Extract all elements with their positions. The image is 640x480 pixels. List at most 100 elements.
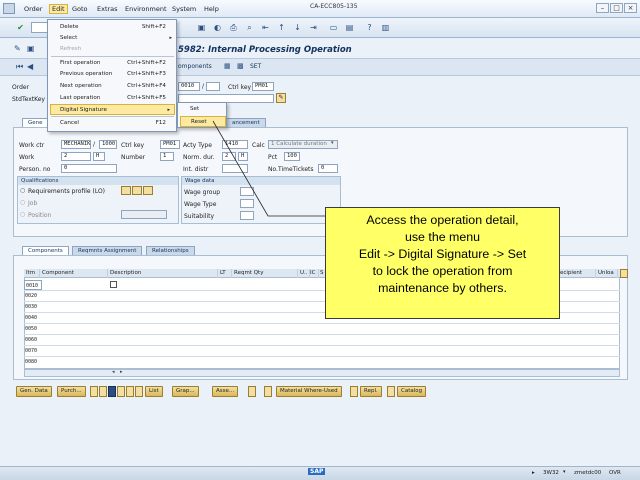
position-field[interactable]: [121, 210, 167, 219]
description-f4-icon[interactable]: [110, 281, 117, 288]
customize-icon[interactable]: ▥: [380, 22, 391, 33]
table-row[interactable]: 0020: [24, 291, 42, 301]
purch-button[interactable]: Purch...: [57, 386, 86, 397]
ctrl-key-field-2[interactable]: PM01: [160, 140, 180, 149]
menu-system[interactable]: System: [172, 5, 196, 13]
table-settings-icon[interactable]: [620, 269, 628, 278]
btn-icon-9[interactable]: [350, 386, 358, 397]
profile-edit-icon[interactable]: [121, 186, 131, 195]
material-where-used-button[interactable]: Material Where-Used: [276, 386, 342, 397]
int-distr-field[interactable]: [222, 164, 248, 173]
submenu-item-set[interactable]: Set: [180, 104, 226, 115]
norm-dur-unit-field[interactable]: H: [238, 152, 248, 161]
btn-icon-8[interactable]: [264, 386, 272, 397]
next-page-icon[interactable]: ↓: [292, 22, 303, 33]
last-page-icon[interactable]: ⇥: [308, 22, 319, 33]
prev-page-icon[interactable]: ↑: [276, 22, 287, 33]
table-row[interactable]: 0080: [24, 357, 42, 367]
first-operation-icon[interactable]: ⏮: [16, 62, 23, 72]
gen-data-button[interactable]: Gen. Data: [16, 386, 52, 397]
list-button[interactable]: List: [145, 386, 163, 397]
table-row[interactable]: 0070: [24, 346, 42, 356]
btn-icon-2[interactable]: [99, 386, 107, 397]
work-ctr-field[interactable]: MECHANIK: [61, 140, 91, 149]
table-row[interactable]: 0030: [24, 302, 42, 312]
back-icon[interactable]: ◐: [212, 22, 223, 33]
work-unit-field[interactable]: H: [93, 152, 105, 161]
suitability-field[interactable]: [240, 211, 254, 220]
work-field[interactable]: 2: [61, 152, 91, 161]
minimize-icon[interactable]: –: [596, 3, 609, 13]
btn-icon-4[interactable]: [117, 386, 125, 397]
requirements-profile-radio[interactable]: ○: [20, 187, 25, 194]
set-button[interactable]: SET: [250, 63, 261, 70]
menu-item-select[interactable]: Select ▸: [60, 33, 176, 44]
calc-dropdown-chevron-icon[interactable]: ▾: [331, 140, 334, 146]
wage-group-field[interactable]: [240, 187, 254, 196]
table-row[interactable]: 0050: [24, 324, 42, 334]
assembly-button[interactable]: Asse...: [212, 386, 239, 397]
profile-display-icon[interactable]: [132, 186, 142, 195]
btn-icon-7[interactable]: [248, 386, 256, 397]
menu-goto[interactable]: Goto: [72, 5, 88, 13]
save-icon[interactable]: ▣: [196, 22, 207, 33]
wage-type-field[interactable]: [240, 199, 254, 208]
menu-edit[interactable]: Edit: [49, 4, 68, 14]
table-row[interactable]: 0060: [24, 335, 42, 345]
ctrl-key-field[interactable]: PM01: [252, 82, 274, 91]
table-row[interactable]: 0040: [24, 313, 42, 323]
menu-item-delete[interactable]: Delete Shift+F2: [60, 22, 176, 33]
replace-button[interactable]: Repl.: [360, 386, 382, 397]
profile-assign-icon[interactable]: [143, 186, 153, 195]
long-text-icon[interactable]: ✎: [276, 93, 286, 103]
menu-item-digital-signature[interactable]: Digital Signature ▸: [50, 104, 175, 115]
menu-order[interactable]: Order: [24, 5, 42, 13]
btn-icon-1[interactable]: [90, 386, 98, 397]
menu-environment[interactable]: Environment: [125, 5, 167, 13]
btn-icon-3[interactable]: [108, 386, 116, 397]
menu-item-last-operation[interactable]: Last operation Ctrl+Shift+F5: [60, 93, 176, 104]
menu-extras[interactable]: Extras: [97, 5, 118, 13]
table-row[interactable]: 0010: [24, 280, 42, 290]
new-session-icon[interactable]: ▭: [328, 22, 339, 33]
number-field[interactable]: 1: [160, 152, 174, 161]
position-radio[interactable]: ○: [20, 211, 25, 218]
help-icon[interactable]: ?: [364, 22, 375, 33]
suboperation-field[interactable]: [206, 82, 220, 91]
display-change-icon[interactable]: ✎: [14, 44, 21, 53]
shortcut-icon[interactable]: ▤: [344, 22, 355, 33]
status-expand-icon[interactable]: ▸: [532, 470, 535, 476]
menu-item-first-operation[interactable]: First operation Ctrl+Shift+F2: [60, 58, 176, 69]
print-icon[interactable]: ⎙: [228, 22, 239, 33]
menu-item-previous-operation[interactable]: Previous operation Ctrl+Shift+F3: [60, 69, 176, 80]
components-button[interactable]: omponents: [178, 63, 212, 70]
plant-field[interactable]: 1000: [99, 140, 117, 149]
btn-icon-5[interactable]: [126, 386, 134, 397]
btn-icon-10[interactable]: [387, 386, 395, 397]
graphic-button[interactable]: Grap...: [172, 386, 199, 397]
find-icon[interactable]: ⌕: [244, 22, 255, 33]
menu-item-next-operation[interactable]: Next operation Ctrl+Shift+F4: [60, 81, 176, 92]
job-radio[interactable]: ○: [20, 199, 25, 206]
operation-field[interactable]: 0010: [178, 82, 200, 91]
pct-field[interactable]: 100: [284, 152, 300, 161]
menu-help[interactable]: Help: [204, 5, 219, 13]
scroll-right-icon[interactable]: ▸: [120, 369, 123, 375]
menu-item-refresh[interactable]: Refresh: [60, 44, 176, 55]
catalog-button[interactable]: Catalog: [397, 386, 427, 397]
session-dropdown-icon[interactable]: ▾: [563, 469, 566, 475]
header-icon[interactable]: ▣: [27, 44, 35, 53]
maximize-icon[interactable]: □: [610, 3, 623, 13]
system-menu-icon[interactable]: [3, 3, 15, 14]
close-icon[interactable]: ×: [624, 3, 637, 13]
person-no-field[interactable]: 0: [61, 164, 117, 173]
first-page-icon[interactable]: ⇤: [260, 22, 271, 33]
submenu-item-reset[interactable]: Reset: [180, 116, 226, 127]
norm-dur-field[interactable]: 2: [222, 152, 236, 161]
toolbar-icon-b[interactable]: ▩: [237, 62, 244, 70]
menu-item-cancel[interactable]: Cancel F12: [60, 118, 176, 129]
acty-type-field[interactable]: 1410: [222, 140, 248, 149]
btn-icon-6[interactable]: [135, 386, 143, 397]
enter-icon[interactable]: ✔: [15, 22, 26, 33]
previous-operation-icon[interactable]: ◀: [27, 62, 33, 71]
